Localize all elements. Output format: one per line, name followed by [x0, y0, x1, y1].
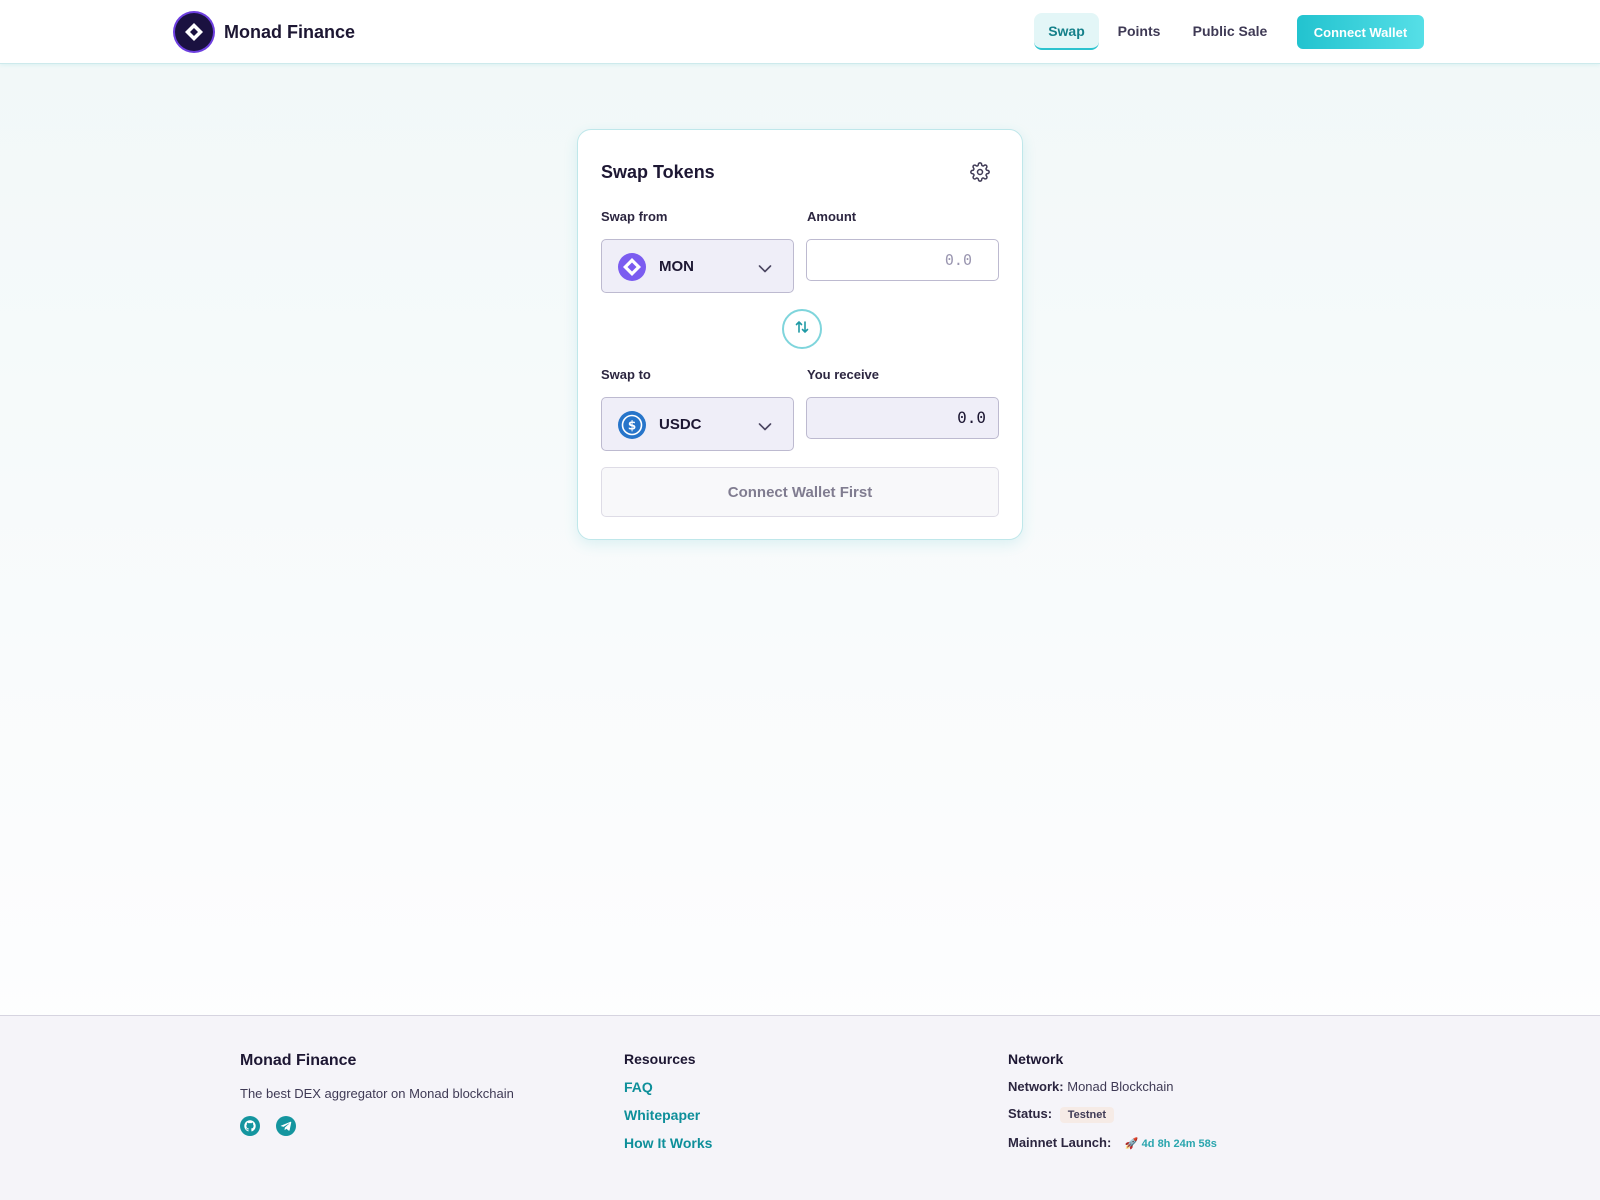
footer-link-faq[interactable]: FAQ	[624, 1079, 653, 1095]
countdown-value: 4d 8h 24m 58s	[1141, 1138, 1217, 1150]
resources-heading: Resources	[624, 1051, 696, 1067]
rocket-icon: 🚀	[1124, 1138, 1139, 1150]
nav-public-sale[interactable]: Public Sale	[1186, 13, 1274, 50]
status-row: Status: Testnet	[1008, 1106, 1114, 1123]
nav-points[interactable]: Points	[1110, 13, 1168, 50]
brand-name: Monad Finance	[224, 21, 356, 42]
telegram-icon[interactable]	[276, 1116, 296, 1136]
swap-card-title: Swap Tokens	[601, 162, 715, 182]
swap-from-label: Swap from	[601, 209, 668, 224]
footer-link-whitepaper[interactable]: Whitepaper	[624, 1107, 700, 1123]
footer-link-how-it-works[interactable]: How It Works	[624, 1135, 712, 1151]
nav-swap[interactable]: Swap	[1034, 13, 1099, 50]
footer-brand: Monad Finance	[240, 1052, 357, 1069]
svg-text:$: $	[628, 419, 636, 433]
brand-logo[interactable]: Monad Finance	[175, 13, 355, 51]
mon-token-icon	[618, 253, 646, 281]
usdc-token-icon: $	[618, 411, 646, 439]
chevron-down-icon	[758, 419, 772, 431]
mainnet-countdown: 🚀 4d 8h 24m 58s	[1125, 1138, 1217, 1150]
from-token-select[interactable]: MON	[601, 239, 794, 293]
swap-card: Swap Tokens Swap from Amount MON 0.0 Swa…	[577, 129, 1023, 540]
network-key: Network:	[1008, 1079, 1064, 1094]
mainnet-launch-row: Mainnet Launch: 🚀 4d 8h 24m 58s	[1008, 1135, 1217, 1150]
status-key: Status:	[1008, 1106, 1053, 1121]
amount-label: Amount	[807, 209, 857, 224]
top-navbar: Monad Finance Swap Points Public Sale Co…	[0, 0, 1600, 64]
connect-wallet-first-button[interactable]: Connect Wallet First	[601, 467, 999, 517]
from-token-name: MON	[659, 258, 694, 275]
to-token-select[interactable]: $ USDC	[601, 397, 794, 451]
github-icon[interactable]	[240, 1116, 260, 1136]
gear-icon[interactable]	[970, 162, 990, 182]
network-row: Network: Monad Blockchain	[1008, 1079, 1173, 1094]
footer: Monad Finance The best DEX aggregator on…	[0, 1015, 1600, 1200]
network-value: Monad Blockchain	[1067, 1079, 1174, 1094]
swap-to-label: Swap to	[601, 367, 651, 382]
you-receive-label: You receive	[807, 367, 880, 382]
swap-direction-icon	[794, 319, 810, 340]
chevron-down-icon	[758, 261, 772, 273]
to-token-name: USDC	[659, 416, 702, 433]
mainnet-launch-key: Mainnet Launch:	[1008, 1135, 1112, 1150]
swap-direction-button[interactable]	[782, 309, 822, 349]
footer-tagline: The best DEX aggregator on Monad blockch…	[240, 1086, 514, 1101]
receive-amount-field: 0.0	[806, 397, 999, 439]
network-heading: Network	[1008, 1051, 1064, 1067]
status-badge: Testnet	[1059, 1107, 1114, 1123]
connect-wallet-button[interactable]: Connect Wallet	[1297, 15, 1424, 49]
monad-logo-icon	[175, 13, 213, 51]
amount-input[interactable]	[806, 239, 999, 281]
